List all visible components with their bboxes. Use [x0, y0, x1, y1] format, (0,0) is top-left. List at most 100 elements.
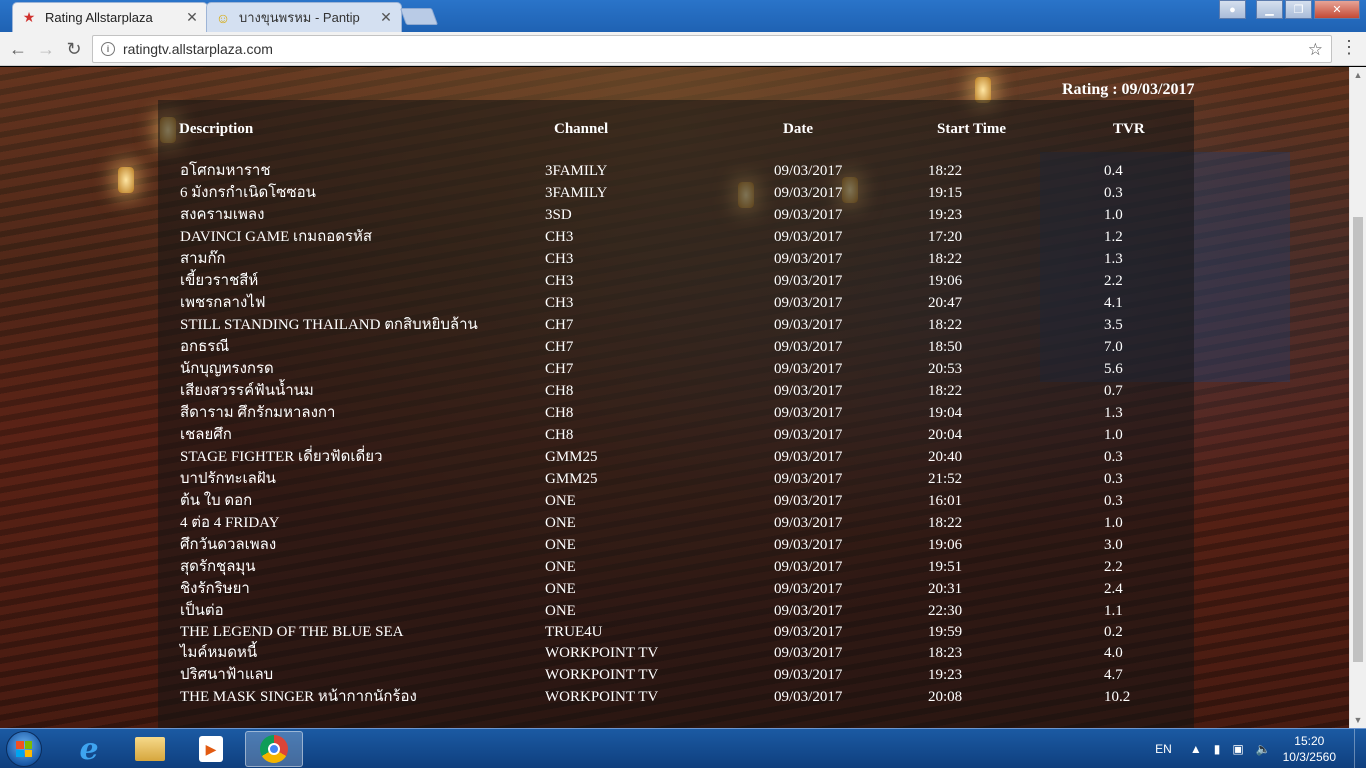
window-controls: ● ▁ ❐ ✕ — [1217, 0, 1360, 19]
row-tvr: 1.0 — [1104, 515, 1123, 531]
row-tvr: 4.0 — [1104, 645, 1123, 661]
row-channel: ONE — [545, 603, 576, 619]
address-bar[interactable]: i ratingtv.allstarplaza.com ☆ — [92, 35, 1332, 63]
scroll-down-arrow-icon[interactable]: ▼ — [1350, 712, 1366, 728]
device-icon[interactable]: ▣ — [1232, 742, 1243, 756]
reload-icon[interactable]: ↻ — [62, 37, 86, 61]
internet-explorer-icon[interactable]: e — [60, 731, 118, 767]
row-start-time: 18:22 — [928, 163, 963, 179]
network-signal-icon[interactable]: ▮ — [1214, 742, 1221, 756]
row-channel: CH8 — [545, 383, 574, 399]
minimize-button[interactable]: ▁ — [1256, 0, 1283, 19]
back-arrow-icon[interactable]: ← — [6, 37, 30, 61]
row-channel: CH3 — [545, 295, 574, 311]
media-player-icon[interactable]: ▶ — [182, 731, 240, 767]
row-start-time: 19:23 — [928, 667, 963, 683]
row-description: ปริศนาฟ้าแลบ — [180, 667, 274, 683]
chrome-icon[interactable] — [245, 731, 303, 767]
table-row: THE LEGEND OF THE BLUE SEA TRUE4U 09/03/20… — [0, 621, 1200, 643]
row-date: 09/03/2017 — [774, 537, 843, 553]
table-row: STILL STANDING THAILAND ตกสิบหยิบล้าน CH7… — [0, 314, 1200, 336]
row-channel: CH8 — [545, 405, 574, 421]
table-row: DAVINCI GAME เกมถอดรหัส CH3 09/03/2017 17:2… — [0, 226, 1200, 248]
row-date: 09/03/2017 — [774, 339, 843, 355]
table-row: นักบุญทรงกรด CH7 09/03/2017 20:53 5.6 — [0, 358, 1200, 380]
show-desktop-button[interactable] — [1354, 729, 1366, 768]
pantip-emoji-icon: ☺ — [215, 9, 231, 26]
row-tvr: 2.4 — [1104, 581, 1123, 597]
row-description: ไมค์หมดหนี้ — [180, 645, 258, 661]
row-channel: CH8 — [545, 427, 574, 443]
bookmark-star-icon[interactable]: ☆ — [1308, 40, 1323, 60]
row-tvr: 2.2 — [1104, 273, 1123, 289]
file-explorer-icon[interactable] — [121, 731, 179, 767]
row-date: 09/03/2017 — [774, 163, 843, 179]
row-description: ศึกวันดวลเพลง — [180, 537, 277, 553]
row-start-time: 18:22 — [928, 383, 963, 399]
info-icon[interactable]: i — [101, 42, 115, 56]
table-row: ต้น ใบ ดอก ONE 09/03/2017 16:01 0.3 — [0, 490, 1200, 512]
row-date: 09/03/2017 — [774, 361, 843, 377]
row-tvr: 1.1 — [1104, 603, 1123, 619]
clock[interactable]: 15:20 10/3/2560 — [1283, 733, 1336, 765]
language-indicator[interactable]: EN — [1155, 742, 1172, 756]
close-icon[interactable]: ✕ — [379, 9, 393, 26]
menu-kebab-icon[interactable]: ⋮ — [1340, 37, 1358, 58]
row-date: 09/03/2017 — [774, 559, 843, 575]
volume-icon[interactable]: 🔈 — [1256, 742, 1271, 756]
scroll-up-arrow-icon[interactable]: ▲ — [1350, 67, 1366, 83]
row-tvr: 2.2 — [1104, 559, 1123, 575]
row-tvr: 0.7 — [1104, 383, 1123, 399]
row-description: สีดาราม ศึกรักมหาลงกา — [180, 405, 336, 421]
row-date: 09/03/2017 — [774, 185, 843, 201]
row-channel: ONE — [545, 581, 576, 597]
table-row: ปริศนาฟ้าแลบ WORKPOINT TV 09/03/2017 19:23 4… — [0, 664, 1200, 686]
table-row: ศึกวันดวลเพลง ONE 09/03/2017 19:06 3.0 — [0, 534, 1200, 556]
show-hidden-icons-icon[interactable]: ▲ — [1190, 742, 1202, 756]
close-window-button[interactable]: ✕ — [1314, 0, 1360, 19]
row-date: 09/03/2017 — [774, 251, 843, 267]
row-description: บาปรักทะเลฝัน — [180, 471, 276, 487]
header-date: Date — [783, 121, 813, 137]
start-button[interactable] — [6, 731, 42, 767]
maximize-button[interactable]: ❐ — [1285, 0, 1312, 19]
page-scrollbar[interactable]: ▲ ▼ — [1349, 67, 1366, 728]
row-description: เชลยศึก — [180, 427, 232, 443]
clock-time: 15:20 — [1294, 734, 1325, 748]
header-start-time: Start Time — [937, 121, 1007, 137]
row-channel: CH3 — [545, 251, 574, 267]
forward-arrow-icon[interactable]: → — [34, 37, 58, 61]
row-start-time: 19:06 — [928, 273, 963, 289]
row-start-time: 19:59 — [928, 624, 963, 640]
row-start-time: 19:15 — [928, 185, 963, 201]
rating-date-heading: Rating : 09/03/2017 — [1062, 81, 1195, 98]
user-icon[interactable]: ● — [1219, 0, 1246, 19]
row-start-time: 19:51 — [928, 559, 963, 575]
row-tvr: 0.3 — [1104, 449, 1123, 465]
row-description: สามก๊ก — [180, 251, 226, 267]
row-start-time: 19:04 — [928, 405, 963, 421]
row-channel: CH7 — [545, 361, 574, 377]
row-start-time: 18:23 — [928, 645, 963, 661]
row-start-time: 20:08 — [928, 689, 963, 705]
row-tvr: 1.0 — [1104, 427, 1123, 443]
row-start-time: 20:53 — [928, 361, 963, 377]
scroll-thumb[interactable] — [1353, 217, 1363, 662]
row-date: 09/03/2017 — [774, 317, 843, 333]
row-date: 09/03/2017 — [774, 471, 843, 487]
row-date: 09/03/2017 — [774, 645, 843, 661]
row-channel: GMM25 — [545, 449, 598, 465]
row-tvr: 0.3 — [1104, 493, 1123, 509]
row-channel: CH7 — [545, 317, 574, 333]
row-tvr: 1.2 — [1104, 229, 1123, 245]
row-date: 09/03/2017 — [774, 427, 843, 443]
tab-pantip[interactable]: ☺ บางขุนพรหม - Pantip ✕ — [206, 2, 402, 32]
row-tvr: 1.0 — [1104, 207, 1123, 223]
close-icon[interactable]: ✕ — [185, 9, 199, 26]
table-row: เชลยศึก CH8 09/03/2017 20:04 1.0 — [0, 424, 1200, 446]
address-text: ratingtv.allstarplaza.com — [123, 41, 273, 57]
tab-rating-allstarplaza[interactable]: ★ Rating Allstarplaza ✕ — [12, 2, 208, 32]
row-date: 09/03/2017 — [774, 493, 843, 509]
new-tab-button[interactable] — [399, 8, 439, 25]
row-start-time: 20:04 — [928, 427, 963, 443]
